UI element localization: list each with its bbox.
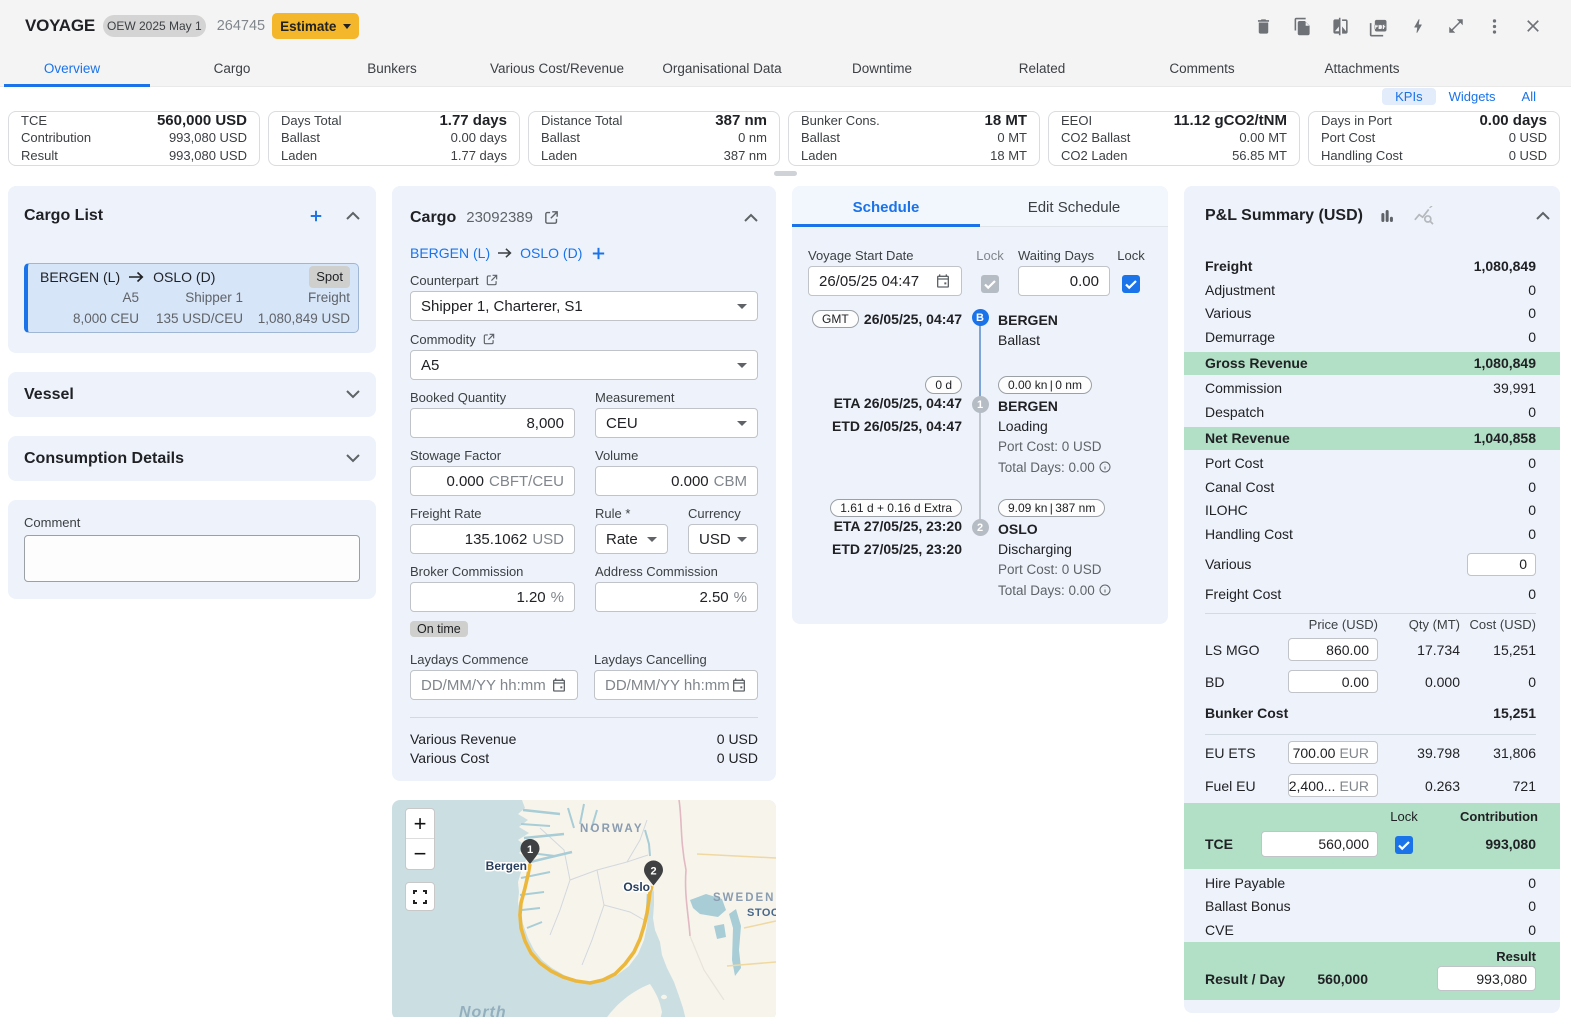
svg-text:North: North (459, 1004, 507, 1017)
svg-text:2: 2 (650, 866, 656, 878)
svg-text:1: 1 (527, 844, 533, 856)
svg-text:SWEDEN: SWEDEN (713, 892, 775, 904)
svg-text:STOC: STOC (747, 907, 776, 919)
svg-text:NORWAY: NORWAY (580, 823, 644, 835)
svg-text:Oslo: Oslo (623, 880, 650, 894)
svg-text:Bergen: Bergen (486, 859, 527, 873)
